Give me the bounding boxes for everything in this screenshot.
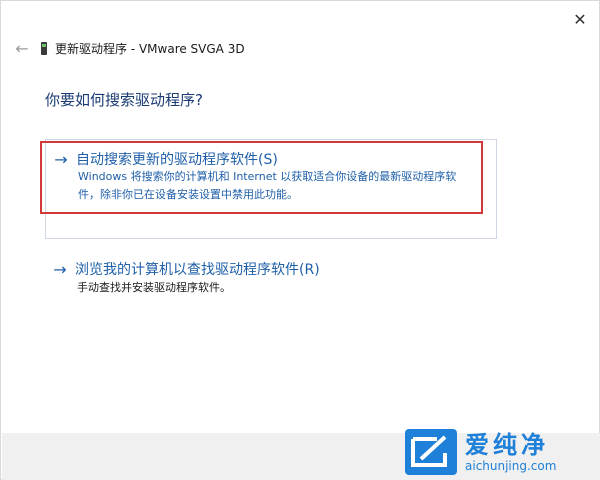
close-icon[interactable]: ✕ [567,7,593,31]
auto-search-option-header[interactable]: → 自动搜索更新的驱动程序软件(S) [52,149,278,169]
watermark-url: aichunjing.com [465,459,557,473]
browse-computer-option-header[interactable]: → 浏览我的计算机以查找驱动程序软件(R) [51,259,320,279]
watermark-logo-icon [405,429,457,475]
dialog-title: 更新驱动程序 - VMware SVGA 3D [55,41,245,56]
watermark-brand: 爱纯净 [465,431,549,459]
browse-computer-option[interactable]: → 浏览我的计算机以查找驱动程序软件(R) 手动查找并安装驱动程序软件。 [45,259,497,299]
display-adapter-icon [41,41,47,55]
auto-search-option[interactable]: → 自动搜索更新的驱动程序软件(S) Windows 将搜索你的计算机和 Int… [45,139,497,239]
page-heading: 你要如何搜索驱动程序? [45,91,203,109]
arrow-right-icon: → [54,149,68,169]
arrow-right-icon: → [53,259,67,279]
browse-computer-option-label[interactable]: 浏览我的计算机以查找驱动程序软件(R) [75,259,320,279]
watermark-text: 爱纯净 aichunjing.com [465,431,556,473]
browse-computer-option-description: 手动查找并安装驱动程序软件。 [77,281,231,294]
update-driver-dialog: ✕ ← 更新驱动程序 - VMware SVGA 3D 你要如何搜索驱动程序? … [0,0,600,480]
back-arrow-icon[interactable]: ← [11,37,33,59]
auto-search-option-description: Windows 将搜索你的计算机和 Internet 以获取适合你设备的最新驱动… [78,170,457,201]
watermark: 爱纯净 aichunjing.com [405,427,595,477]
dialog-header: ← 更新驱动程序 - VMware SVGA 3D [11,37,245,59]
auto-search-option-label[interactable]: 自动搜索更新的驱动程序软件(S) [76,149,278,169]
